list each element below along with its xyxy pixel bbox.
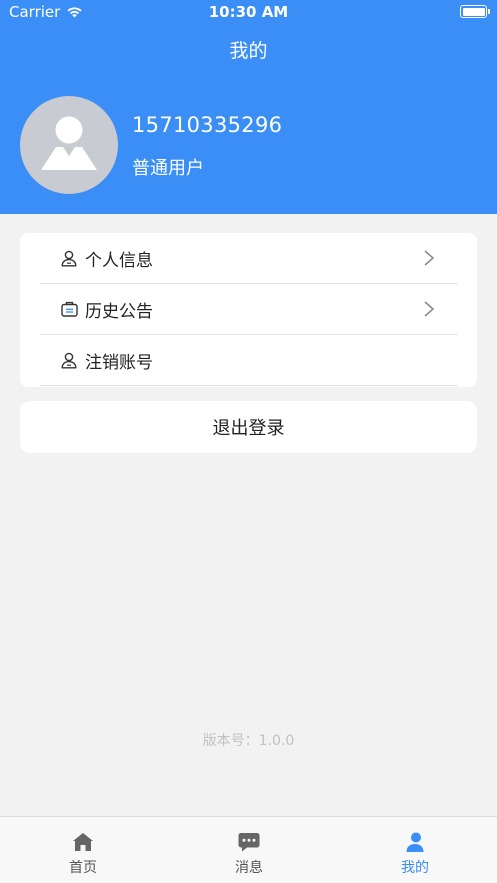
menu-item-personal-info[interactable]: 个人信息 — [40, 233, 458, 284]
menu-item-history-notices[interactable]: 历史公告 — [40, 284, 458, 335]
status-time: 10:30 AM — [208, 3, 289, 21]
briefcase-icon — [60, 300, 78, 318]
home-icon — [73, 833, 93, 851]
menu-item-label: 个人信息 — [85, 250, 153, 271]
chevron-right-icon — [424, 250, 435, 266]
profile-icon — [406, 832, 424, 852]
logout-button[interactable]: 退出登录 — [20, 401, 477, 453]
header: Carrier 10:30 AM 我的 15710335296 普通用户 — [0, 0, 497, 214]
menu-item-cancel-account[interactable]: 注销账号 — [40, 335, 458, 386]
status-bar: Carrier 10:30 AM — [0, 0, 497, 26]
page-title: 我的 — [229, 40, 268, 62]
menu-item-label: 注销账号 — [85, 352, 153, 373]
default-avatar-icon — [41, 116, 97, 170]
phone-number: 15710335296 — [132, 113, 283, 137]
tab-home[interactable]: 首页 — [0, 817, 166, 883]
message-icon — [238, 833, 260, 852]
tab-messages[interactable]: 消息 — [166, 817, 332, 883]
user-icon — [60, 351, 78, 369]
menu-item-label: 历史公告 — [85, 301, 153, 322]
version-text: 版本号：1.0.0 — [202, 733, 295, 749]
user-icon — [60, 249, 78, 267]
battery-icon — [460, 5, 490, 18]
tab-label: 消息 — [235, 860, 263, 876]
user-role: 普通用户 — [132, 158, 204, 179]
avatar[interactable] — [20, 96, 118, 194]
tab-bar: 首页 消息 我的 — [0, 816, 497, 883]
tab-mine[interactable]: 我的 — [332, 817, 497, 883]
tab-label: 首页 — [69, 860, 97, 876]
tab-label: 我的 — [401, 860, 429, 876]
chevron-right-icon — [424, 301, 435, 317]
menu-card: 个人信息 历史公告 注销账号 — [20, 233, 477, 387]
